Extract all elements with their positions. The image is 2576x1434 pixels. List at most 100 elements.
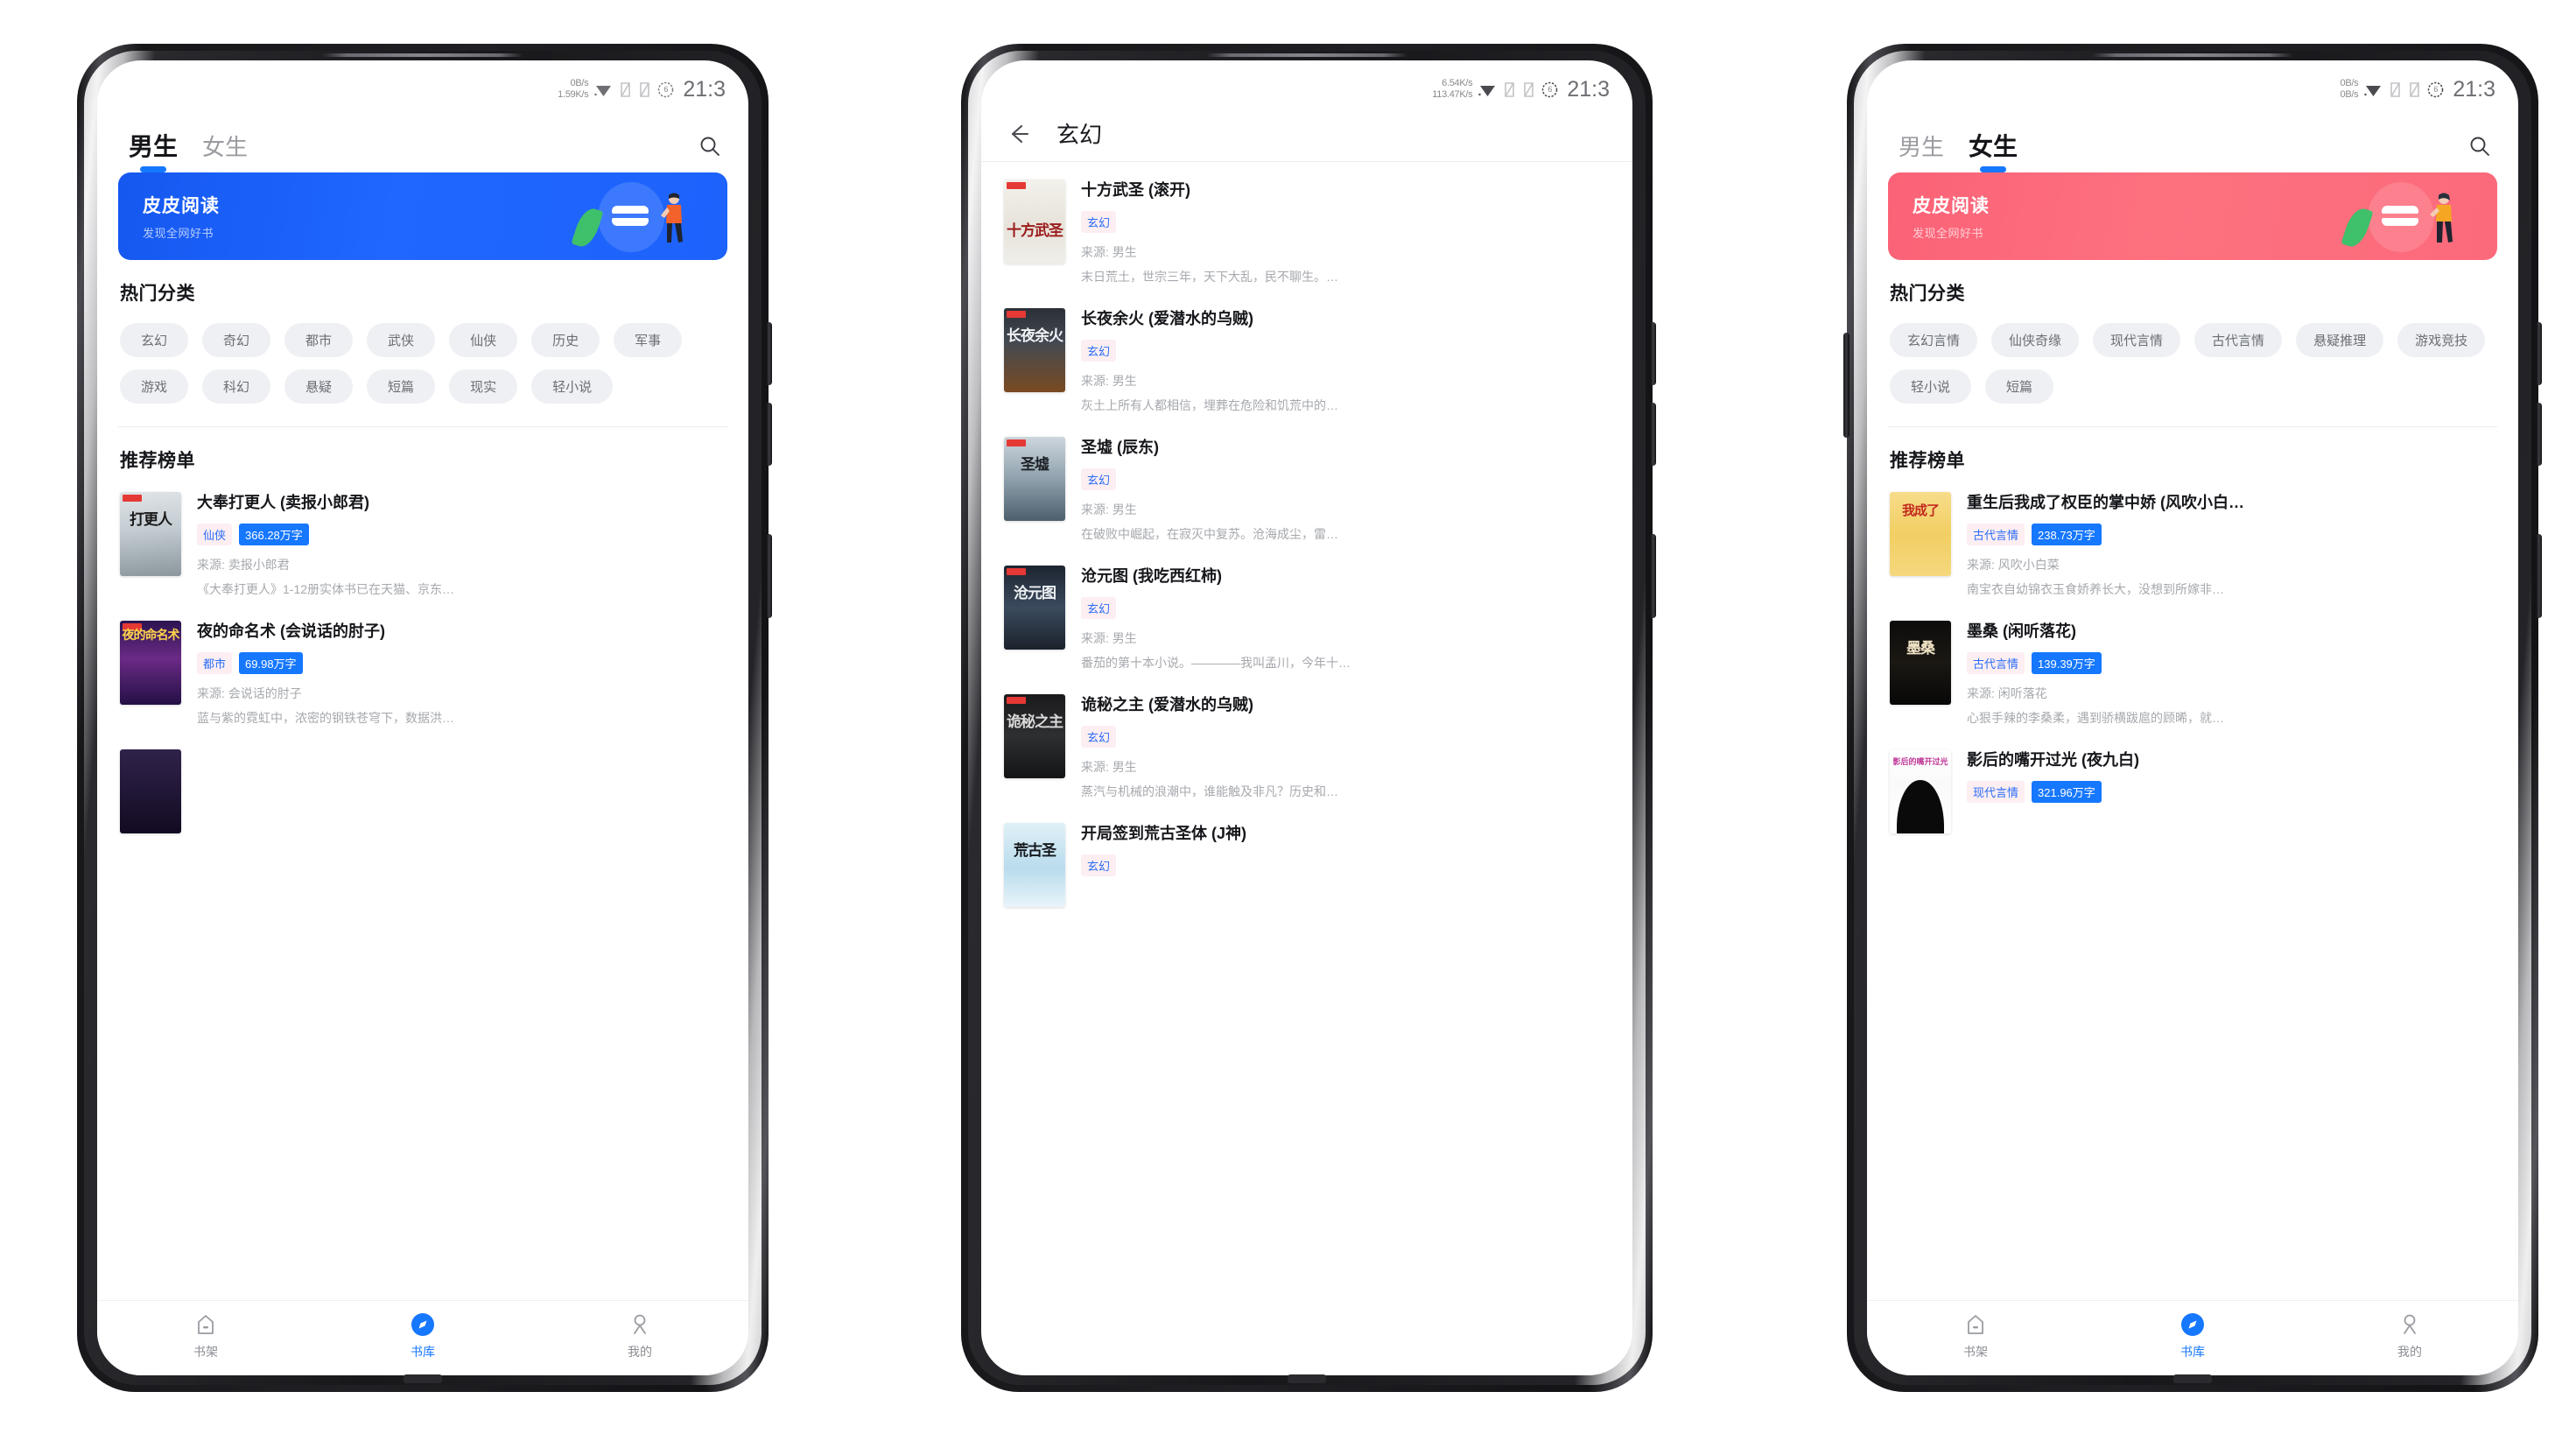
book-list-item-partial[interactable] bbox=[97, 735, 748, 842]
book-title: 影后的嘴开过光 (夜九白) bbox=[1967, 751, 2139, 769]
category-chip[interactable]: 仙侠 bbox=[449, 323, 518, 357]
nav-item-profile[interactable]: 我的 bbox=[531, 1311, 748, 1360]
section-divider bbox=[118, 426, 727, 427]
volume-down-button[interactable] bbox=[1650, 403, 1656, 466]
book-wordcount-badge: 69.98万字 bbox=[239, 652, 303, 674]
volume-down-button[interactable] bbox=[2536, 403, 2542, 466]
book-description: 蒸汽与机械的浪潮中，谁能触及非凡？历史和… bbox=[1081, 784, 1338, 798]
book-title: 墨桑 (闲听落花) bbox=[1967, 622, 2076, 640]
status-bar: 0B/s 1.59K/s 6 21:3 bbox=[97, 60, 748, 109]
book-category-tag: 仙侠 bbox=[197, 524, 233, 545]
book-list-item[interactable]: 夜的命名术 夜的命名术 (会说话的肘子) 都市 69.98万字 来源: 会说话的… bbox=[97, 607, 748, 735]
category-chip[interactable]: 玄幻 bbox=[120, 323, 189, 357]
category-chip[interactable]: 悬疑 bbox=[284, 369, 354, 404]
power-button[interactable] bbox=[2536, 534, 2542, 618]
book-source: 来源: 男生 bbox=[1081, 760, 1137, 774]
tab-male[interactable]: 男生 bbox=[1893, 134, 1949, 160]
nav-item-bookshelf[interactable]: 书架 bbox=[97, 1311, 314, 1360]
category-chip[interactable]: 都市 bbox=[284, 323, 354, 357]
book-tags: 现代言情 321.96万字 bbox=[1967, 781, 2497, 803]
category-chip[interactable]: 古代言情 bbox=[2194, 323, 2283, 357]
search-icon[interactable] bbox=[696, 132, 724, 160]
book-source: 来源: 男生 bbox=[1081, 245, 1137, 259]
book-list-item[interactable]: 十方武圣 十方武圣 (滚开) 玄幻 来源: 男生 末日荒土，世宗三年，天下大乱，… bbox=[981, 167, 1632, 296]
category-chip[interactable]: 悬疑推理 bbox=[2296, 323, 2384, 357]
phone-mockup-2: 6.54K/s 113.47K/s 6 21:3 玄幻 十方武圣 十方武圣 (滚… bbox=[961, 44, 1656, 1392]
back-arrow-icon[interactable] bbox=[1006, 121, 1032, 147]
tab-male[interactable]: 男生 bbox=[123, 134, 183, 172]
book-list-item[interactable]: 诡秘之主 诡秘之主 (爱潜水的乌贼) 玄幻 来源: 男生 蒸汽与机械的浪潮中，谁… bbox=[981, 682, 1632, 811]
bookshelf-icon bbox=[1962, 1311, 1989, 1338]
volume-down-button[interactable] bbox=[766, 403, 772, 466]
category-chip[interactable]: 军事 bbox=[614, 323, 683, 357]
book-list-item[interactable]: 长夜余火 长夜余火 (爱潜水的乌贼) 玄幻 来源: 男生 灰土上所有人都相信，埋… bbox=[981, 296, 1632, 425]
power-button[interactable] bbox=[1650, 534, 1656, 618]
category-chip[interactable]: 短篇 bbox=[1985, 369, 2054, 404]
book-cover-text: 荒古圣 bbox=[1014, 842, 1056, 860]
nav-item-profile[interactable]: 我的 bbox=[2301, 1311, 2518, 1360]
book-category-tag: 现代言情 bbox=[1967, 781, 2025, 803]
volume-up-button[interactable] bbox=[2536, 322, 2542, 385]
category-chip[interactable]: 现代言情 bbox=[2093, 323, 2181, 357]
network-speed: 0B/s 0B/s bbox=[2341, 78, 2359, 101]
book-list-item[interactable]: 我成了 重生后我成了权臣的掌中娇 (风吹小白… 古代言情 238.73万字 来源… bbox=[1867, 478, 2518, 607]
book-list: 我成了 重生后我成了权臣的掌中娇 (风吹小白… 古代言情 238.73万字 来源… bbox=[1867, 478, 2518, 842]
tab-male-label: 男生 bbox=[1899, 134, 1945, 160]
category-chip[interactable]: 短篇 bbox=[367, 369, 436, 404]
status-bar: 6.54K/s 113.47K/s 6 21:3 bbox=[981, 60, 1632, 109]
search-icon[interactable] bbox=[2466, 132, 2494, 160]
category-chip[interactable]: 游戏竞技 bbox=[2397, 323, 2486, 357]
book-title: 圣墟 (辰东) bbox=[1081, 439, 1159, 456]
book-category-tag: 玄幻 bbox=[1081, 468, 1117, 490]
book-list-item[interactable]: 墨桑 墨桑 (闲听落花) 古代言情 139.39万字 来源: 闲听落花 心狠手辣… bbox=[1867, 607, 2518, 735]
promo-banner[interactable]: 皮皮阅读 发现全网好书 bbox=[118, 172, 727, 260]
nav-item-library[interactable]: 书库 bbox=[314, 1311, 531, 1360]
phone-mockup-3: 0B/s 0B/s 6 21:3 男生 女生 皮皮阅读 发现全网好书 热门分类 … bbox=[1843, 44, 2542, 1392]
book-tags: 仙侠 366.28万字 bbox=[197, 524, 727, 545]
book-description: 番茄的第十本小说。————我叫孟川，今年十… bbox=[1081, 656, 1351, 670]
page-content: 十方武圣 十方武圣 (滚开) 玄幻 来源: 男生 末日荒土，世宗三年，天下大乱，… bbox=[981, 162, 1632, 1375]
category-chip[interactable]: 轻小说 bbox=[531, 369, 614, 404]
book-list-item[interactable]: 打更人 大奉打更人 (卖报小郎君) 仙侠 366.28万字 来源: 卖报小郎君 bbox=[97, 478, 748, 607]
book-list-item[interactable]: 荒古圣 开局签到荒古圣体 (J神) 玄幻 bbox=[981, 811, 1632, 917]
tab-female[interactable]: 女生 bbox=[197, 134, 253, 160]
page-header: 玄幻 bbox=[981, 109, 1632, 162]
compass-icon bbox=[410, 1311, 436, 1338]
category-chip[interactable]: 玄幻言情 bbox=[1890, 323, 1978, 357]
banner-illustration bbox=[558, 172, 706, 260]
volume-up-button[interactable] bbox=[766, 322, 772, 385]
book-cover bbox=[120, 749, 181, 833]
book-description: 灰土上所有人都相信，埋葬在危险和饥荒中的… bbox=[1081, 398, 1338, 412]
tab-female[interactable]: 女生 bbox=[1963, 134, 2023, 172]
category-chip[interactable]: 奇幻 bbox=[202, 323, 271, 357]
book-info: 墨桑 (闲听落花) 古代言情 139.39万字 来源: 闲听落花 心狠手辣的李桑… bbox=[1967, 621, 2497, 727]
category-chip[interactable]: 武侠 bbox=[367, 323, 436, 357]
download-speed: 0B/s bbox=[2340, 89, 2359, 100]
category-chip[interactable]: 现实 bbox=[449, 369, 518, 404]
upload-speed: 0B/s bbox=[570, 78, 589, 88]
banner-subtitle: 发现全网好书 bbox=[1913, 227, 1984, 240]
nav-item-bookshelf[interactable]: 书架 bbox=[1867, 1311, 2084, 1360]
battery-level: 6 bbox=[2433, 85, 2439, 94]
category-chip[interactable]: 轻小说 bbox=[1890, 369, 1972, 404]
book-title: 夜的命名术 (会说话的肘子) bbox=[197, 622, 385, 640]
book-cover: 墨桑 bbox=[1890, 621, 1951, 705]
book-list-item[interactable]: 沧元图 沧元图 (我吃西红柿) 玄幻 来源: 男生 番茄的第十本小说。————我… bbox=[981, 553, 1632, 682]
promo-banner[interactable]: 皮皮阅读 发现全网好书 bbox=[1888, 172, 2497, 260]
category-chip[interactable]: 仙侠奇缘 bbox=[1991, 323, 2080, 357]
category-chip[interactable]: 游戏 bbox=[120, 369, 189, 404]
category-chip[interactable]: 历史 bbox=[531, 323, 600, 357]
screenshot-canvas: 0B/s 1.59K/s 6 21:3 男生 女生 皮皮阅读 发现全网好书 热门… bbox=[0, 0, 2576, 1434]
book-list-item[interactable]: 影后的嘴开过光 影后的嘴开过光 (夜九白) 现代言情 321.96万字 bbox=[1867, 735, 2518, 842]
power-button[interactable] bbox=[766, 534, 772, 618]
book-category-tag: 玄幻 bbox=[1081, 211, 1117, 233]
book-cover-text: 圣墟 bbox=[1021, 456, 1049, 474]
book-tags: 都市 69.98万字 bbox=[197, 652, 727, 674]
volume-up-button[interactable] bbox=[1650, 322, 1656, 385]
network-speed: 0B/s 1.59K/s bbox=[558, 78, 589, 101]
category-chip[interactable]: 科幻 bbox=[202, 369, 271, 404]
book-list-item[interactable]: 圣墟 圣墟 (辰东) 玄幻 来源: 男生 在破败中崛起，在寂灭中复苏。沧海成尘，… bbox=[981, 425, 1632, 553]
assistant-button[interactable] bbox=[1843, 333, 1850, 438]
earpiece-speaker bbox=[1206, 53, 1407, 57]
nav-item-library[interactable]: 书库 bbox=[2084, 1311, 2301, 1360]
